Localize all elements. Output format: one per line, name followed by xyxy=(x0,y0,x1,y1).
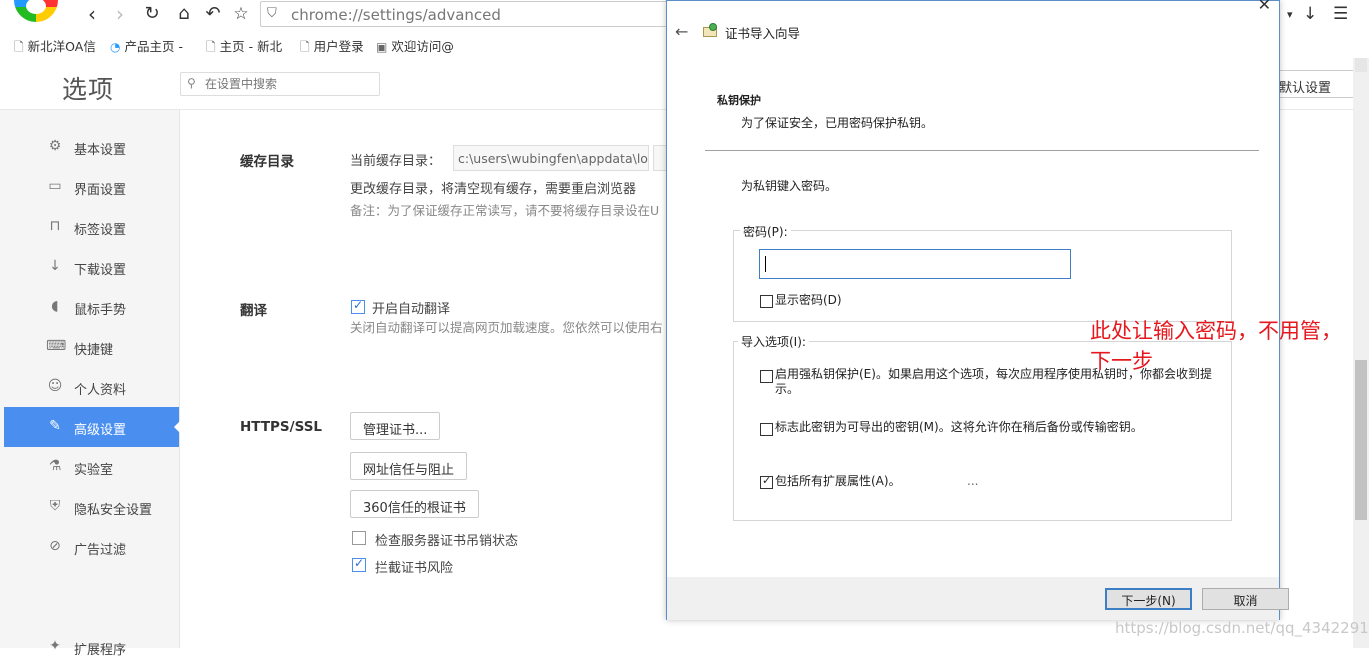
extended-properties-checkbox[interactable] xyxy=(760,474,773,489)
password-legend: 密码(P): xyxy=(740,223,791,240)
auto-translate-label: 开启自动翻译 xyxy=(372,302,451,317)
cancel-button[interactable]: 取消 xyxy=(1202,588,1289,610)
puzzle-icon: ✦ xyxy=(49,638,61,654)
next-button[interactable]: 下一步(N) xyxy=(1105,588,1192,610)
check-revocation-checkbox[interactable] xyxy=(352,531,366,545)
flask-icon: ⚗ xyxy=(48,458,62,474)
settings-search[interactable]: ⚲ xyxy=(180,72,380,96)
star-icon[interactable]: ☆ xyxy=(229,3,253,25)
image-icon: ▣ xyxy=(376,40,388,54)
settings-sidebar: ⚙ 基本设置 ▭ 界面设置 ⊓ 标签设置 ↓ 下载设置 ◖ 鼠标手势 ⌨ 快捷键 ☺ 个人资料… xyxy=(0,110,180,658)
dialog-divider xyxy=(705,150,1259,151)
sidebar-item-gestures[interactable]: ◖ 鼠标手势 xyxy=(4,287,179,327)
sidebar-item-basic[interactable]: ⚙ 基本设置 xyxy=(4,127,179,167)
show-password-label: 显示密码(D) xyxy=(775,293,842,307)
extended-properties-extra: ... xyxy=(967,474,979,488)
search-input[interactable] xyxy=(205,76,375,92)
https-section-title: HTTPS/SSL xyxy=(240,419,323,435)
sidebar-item-download[interactable]: ↓ 下载设置 xyxy=(4,247,179,287)
exportable-key-checkbox[interactable] xyxy=(760,423,773,436)
sidebar-item-adblock[interactable]: ⊘ 广告过滤 xyxy=(4,527,179,567)
page-icon: 🗋 xyxy=(300,40,310,54)
page-icon: 🗋 xyxy=(14,40,24,54)
bookmark-item[interactable]: 🗋 新北洋OA信 xyxy=(14,36,96,59)
gear-icon: ⚙ xyxy=(48,138,62,154)
chevron-down-icon[interactable]: ▾ xyxy=(1287,8,1293,21)
user-icon: ☺ xyxy=(47,378,63,394)
cache-section-title: 缓存目录 xyxy=(240,154,294,170)
menu-icon[interactable]: ☰ xyxy=(1333,4,1348,24)
url-text: chrome://settings/advanced xyxy=(291,6,501,24)
bookmark-item[interactable]: ▣ 欢迎访问@ xyxy=(376,36,454,55)
close-icon[interactable]: ✕ xyxy=(1258,0,1271,14)
extended-properties-label: 包括所有扩展属性(A)。 xyxy=(775,474,901,488)
url-trust-block-button[interactable]: 网址信任与阻止 xyxy=(350,452,468,480)
address-bar[interactable]: ⛉ chrome://settings/advanced xyxy=(260,1,672,27)
shield-icon: ⛉ xyxy=(267,6,277,21)
download-icon[interactable]: ↓ xyxy=(1303,4,1317,24)
annotation-note: 此处让输入密码，不用管，下一步 xyxy=(1090,319,1342,373)
bookmarks-bar: 🗋 新北洋OA信 ◔ 产品主页 - 🗋 主页 - 新北 🗋 用户登录 ▣ 欢迎访问@ xyxy=(0,32,680,58)
cache-note: 备注：为了保证缓存正常读写，请不要将缓存目录设在U xyxy=(350,203,660,218)
translate-section-title: 翻译 xyxy=(240,303,267,319)
forward-icon[interactable]: › xyxy=(108,3,132,25)
restore-defaults-button[interactable]: 默认设置 xyxy=(1268,70,1353,98)
scrollbar-thumb[interactable] xyxy=(1355,360,1367,520)
import-options-legend: 导入选项(I): xyxy=(738,333,809,350)
keyboard-icon: ⌨ xyxy=(46,338,67,354)
sidebar-item-shortcuts[interactable]: ⌨ 快捷键 xyxy=(4,327,179,367)
window-icon: ▭ xyxy=(48,178,62,194)
search-icon: ⚲ xyxy=(187,76,196,90)
manage-certificates-button[interactable]: 管理证书... xyxy=(350,412,441,440)
password-input[interactable] xyxy=(759,249,1071,279)
block-icon: ⊘ xyxy=(49,538,61,554)
sidebar-item-tabs[interactable]: ⊓ 标签设置 xyxy=(4,207,179,247)
cache-current-label: 当前缓存目录： xyxy=(350,154,442,169)
sidebar-item-extensions[interactable]: ✦ 扩展程序 xyxy=(4,627,179,667)
check-revocation-label: 检查服务器证书吊销状态 xyxy=(375,534,519,549)
bookmark-item[interactable]: ◔ 产品主页 - xyxy=(110,36,183,55)
back-icon[interactable]: ‹ xyxy=(80,3,104,25)
bookmark-item[interactable]: 🗋 用户登录 xyxy=(300,36,364,59)
sidebar-item-profile[interactable]: ☺ 个人资料 xyxy=(4,367,179,407)
page-title: 选项 xyxy=(62,75,115,104)
shield-icon: ⛨ xyxy=(49,498,61,514)
show-password-checkbox[interactable] xyxy=(760,295,773,308)
strong-protection-checkbox[interactable] xyxy=(760,370,773,383)
cache-path-field[interactable]: c:\users\wubingfen\appdata\loca xyxy=(453,145,649,171)
intercept-risk-label: 拦截证书风险 xyxy=(375,561,454,576)
certificate-icon xyxy=(703,23,719,39)
browser-logo xyxy=(14,0,58,22)
undo-icon[interactable]: ↶ xyxy=(201,3,225,25)
download-icon: ↓ xyxy=(49,258,61,274)
exportable-key-label: 标志此密钥为可导出的密钥(M)。这将允许你在稍后备份或传输密钥。 xyxy=(775,420,1143,434)
mouse-icon: ◖ xyxy=(51,298,59,314)
page-icon: 🗋 xyxy=(206,40,216,54)
wrench-icon: ✎ xyxy=(49,418,61,434)
page-scrollbar[interactable] xyxy=(1353,58,1369,648)
sidebar-item-privacy[interactable]: ⛨ 隐私安全设置 xyxy=(4,487,179,527)
back-arrow-icon[interactable]: ← xyxy=(675,22,688,41)
sidebar-item-interface[interactable]: ▭ 界面设置 xyxy=(4,167,179,207)
auto-translate-checkbox[interactable] xyxy=(351,298,365,314)
intercept-risk-checkbox[interactable] xyxy=(352,556,366,572)
certificate-import-dialog: ✕ ← 证书导入向导 私钥保护 为了保证安全，已用密码保护私钥。 为私钥键入密码… xyxy=(666,0,1289,620)
translate-description: 关闭自动翻译可以提高网页加载速度。您依然可以使用右 xyxy=(350,320,663,335)
tab-icon: ⊓ xyxy=(49,218,61,234)
cache-description: 更改缓存目录，将清空现有缓存，需要重启浏览器 xyxy=(350,182,637,197)
reload-icon[interactable]: ↻ xyxy=(140,3,164,25)
home-icon[interactable]: ⌂ xyxy=(172,3,196,25)
dialog-heading: 私钥保护 xyxy=(717,94,761,107)
root-certificates-button[interactable]: 360信任的根证书 xyxy=(350,490,479,518)
password-prompt: 为私钥键入密码。 xyxy=(741,179,838,193)
scroll-up-area[interactable] xyxy=(1355,58,1367,72)
bookmark-item[interactable]: 🗋 主页 - 新北 xyxy=(206,36,282,59)
sidebar-item-lab[interactable]: ⚗ 实验室 xyxy=(4,447,179,487)
dialog-title: 证书导入向导 xyxy=(725,26,801,41)
cache-change-button[interactable] xyxy=(653,145,667,171)
watermark: https://blog.csdn.net/qq_43422918 xyxy=(1115,619,1369,637)
sidebar-item-advanced[interactable]: ✎ 高级设置 xyxy=(4,407,180,447)
browser-icon: ◔ xyxy=(110,40,121,54)
dialog-subheading: 为了保证安全，已用密码保护私钥。 xyxy=(741,116,934,130)
